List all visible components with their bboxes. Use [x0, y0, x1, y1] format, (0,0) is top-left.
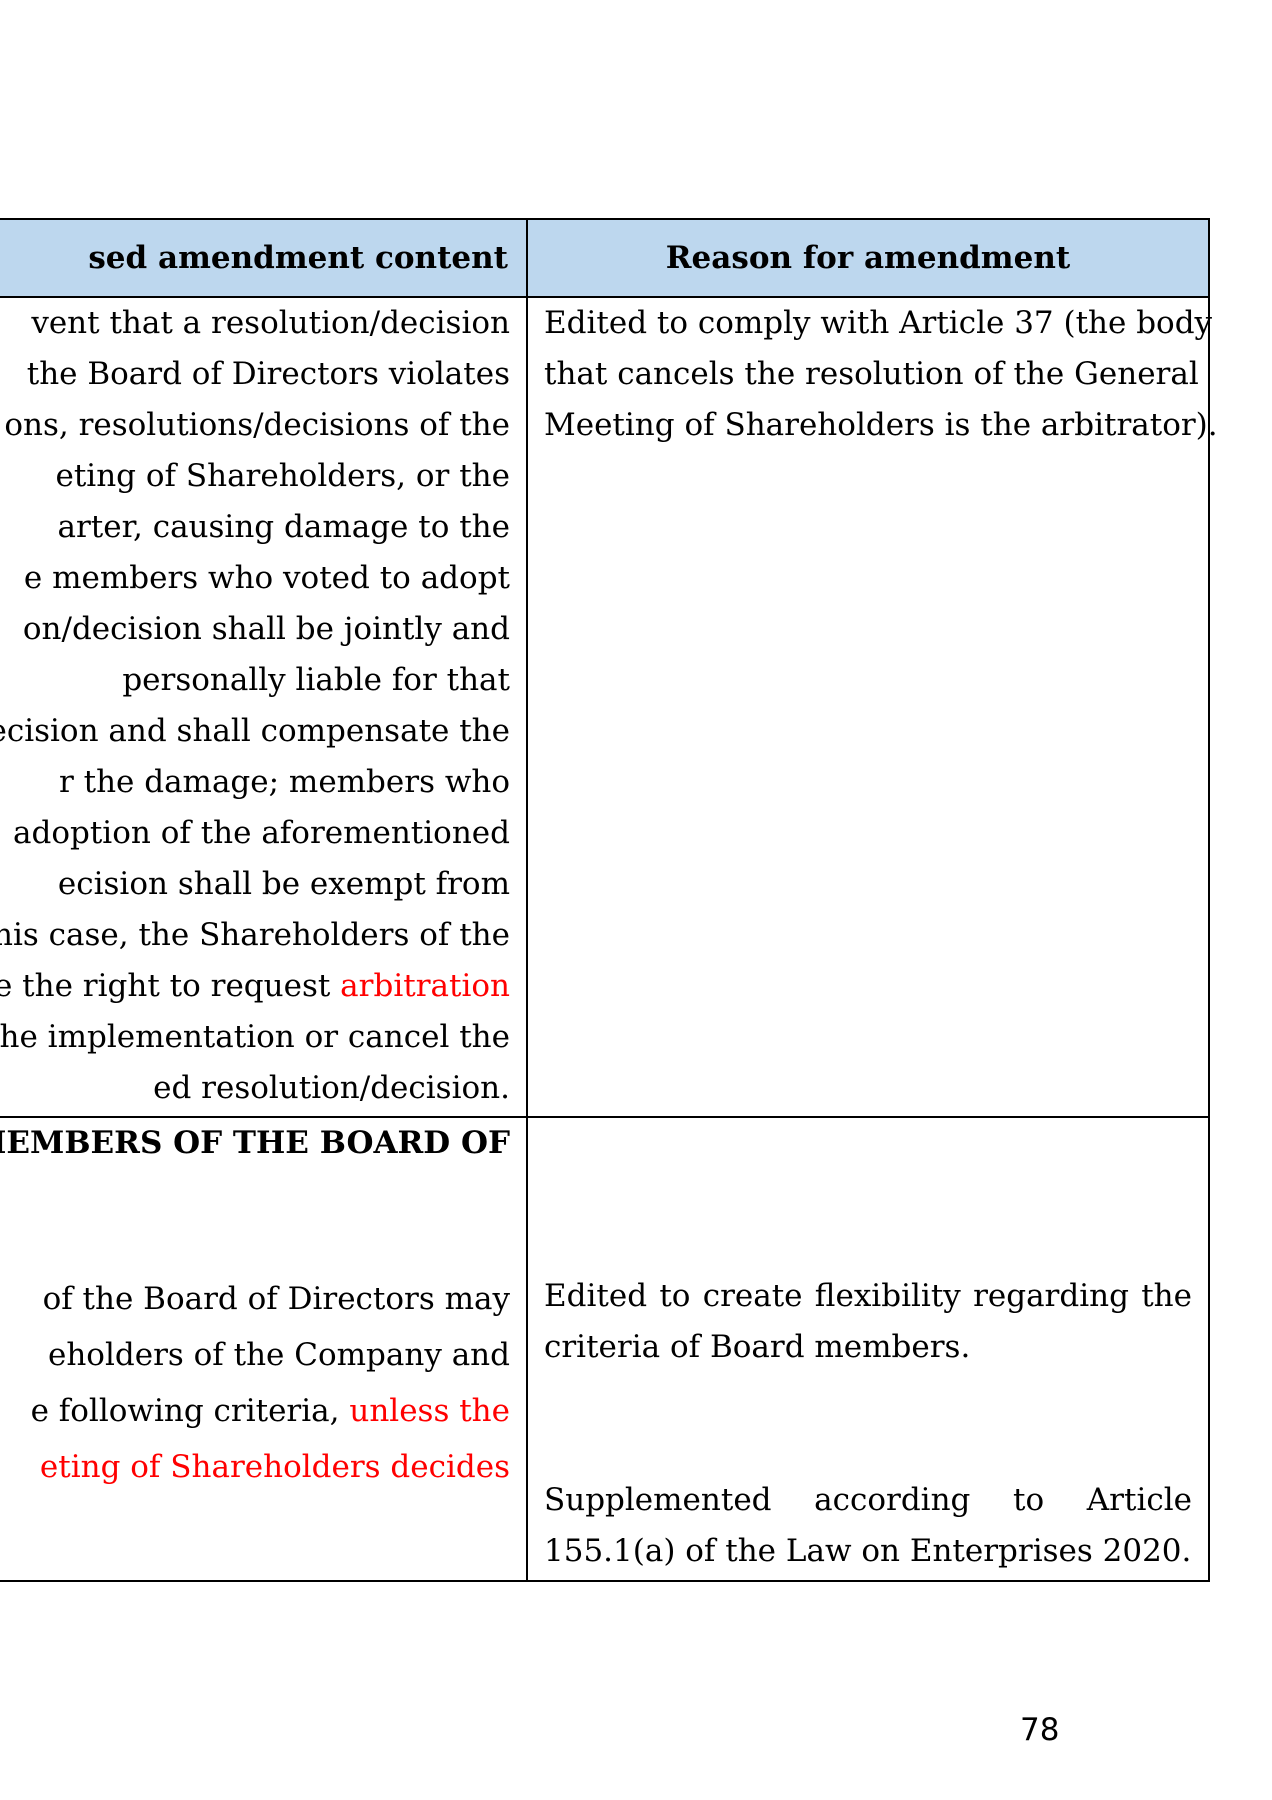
cell-reason: Edited to create flexibility regarding t… — [528, 1118, 1210, 1580]
highlighted-text: unless the — [349, 1393, 510, 1429]
text-line: e members who voted to adopt — [23, 560, 510, 596]
text-line: criteria of Board members. — [544, 1329, 971, 1365]
table-row: MEMBERS OF THE BOARD OF of the Board of … — [0, 1118, 1210, 1582]
header-reason-for-amendment: Reason for amendment — [665, 240, 1071, 276]
text-line: Edited to comply with Article 37 (the bo… — [544, 305, 1213, 341]
text-line: vent that a resolution/decision — [31, 305, 510, 341]
text-line: of the Board of Directors may — [42, 1281, 510, 1317]
cell-amendment-content: MEMBERS OF THE BOARD OF of the Board of … — [0, 1118, 528, 1580]
amendment-table: sed amendment content Reason for amendme… — [0, 218, 1218, 1582]
text-line: Meeting of Shareholders is the arbitrato… — [544, 407, 1218, 443]
header-proposed-amendment-content: sed amendment content — [88, 240, 508, 276]
highlighted-text: arbitration — [340, 968, 510, 1004]
text-fragment: e the right to request — [0, 968, 341, 1004]
text-line: that cancels the resolution of the Gener… — [544, 356, 1199, 392]
text-line: ecision and shall compensate the — [0, 713, 510, 749]
text-line: personally liable for that — [122, 662, 510, 698]
header-cell-reason: Reason for amendment — [528, 220, 1210, 296]
text-line: Edited to create flexibility regarding t… — [544, 1278, 1192, 1314]
text-line: eholders of the Company and — [47, 1337, 510, 1373]
text-line: on/decision shall be jointly and — [22, 611, 510, 647]
header-cell-content: sed amendment content — [0, 220, 528, 296]
highlighted-text-line: eting of Shareholders decides — [39, 1449, 510, 1485]
table-header-row: sed amendment content Reason for amendme… — [0, 218, 1210, 298]
text-fragment: e following criteria, — [30, 1393, 350, 1429]
text-line: r the damage; members who — [58, 764, 510, 800]
text-line: his case, the Shareholders of the — [0, 917, 510, 953]
text-line: Supplemented according to Article — [544, 1482, 1192, 1518]
text-line: ed resolution/decision. — [153, 1070, 510, 1106]
text-line: eting of Shareholders, or the — [55, 458, 511, 494]
text-line: e following criteria, unless the — [31, 1383, 510, 1439]
text-line: ecision shall be exempt from — [57, 866, 510, 902]
text-line: arter, causing damage to the — [57, 509, 510, 545]
cell-amendment-content: vent that a resolution/decision the Boar… — [0, 298, 528, 1116]
text-line: the Board of Directors violates — [26, 356, 510, 392]
table-row: vent that a resolution/decision the Boar… — [0, 298, 1218, 1118]
text-line: 155.1(a) of the Law on Enterprises 2020. — [544, 1533, 1192, 1569]
cell-reason: Edited to comply with Article 37 (the bo… — [528, 298, 1218, 1116]
text-line: adoption of the aforementioned — [13, 815, 510, 851]
section-heading: MEMBERS OF THE BOARD OF — [0, 1125, 510, 1161]
page-number: 78 — [1020, 1712, 1060, 1748]
text-line: e the right to request arbitration — [0, 961, 510, 1012]
text-line: he implementation or cancel the — [0, 1019, 510, 1055]
text-line: ons, resolutions/decisions of the — [4, 407, 510, 443]
